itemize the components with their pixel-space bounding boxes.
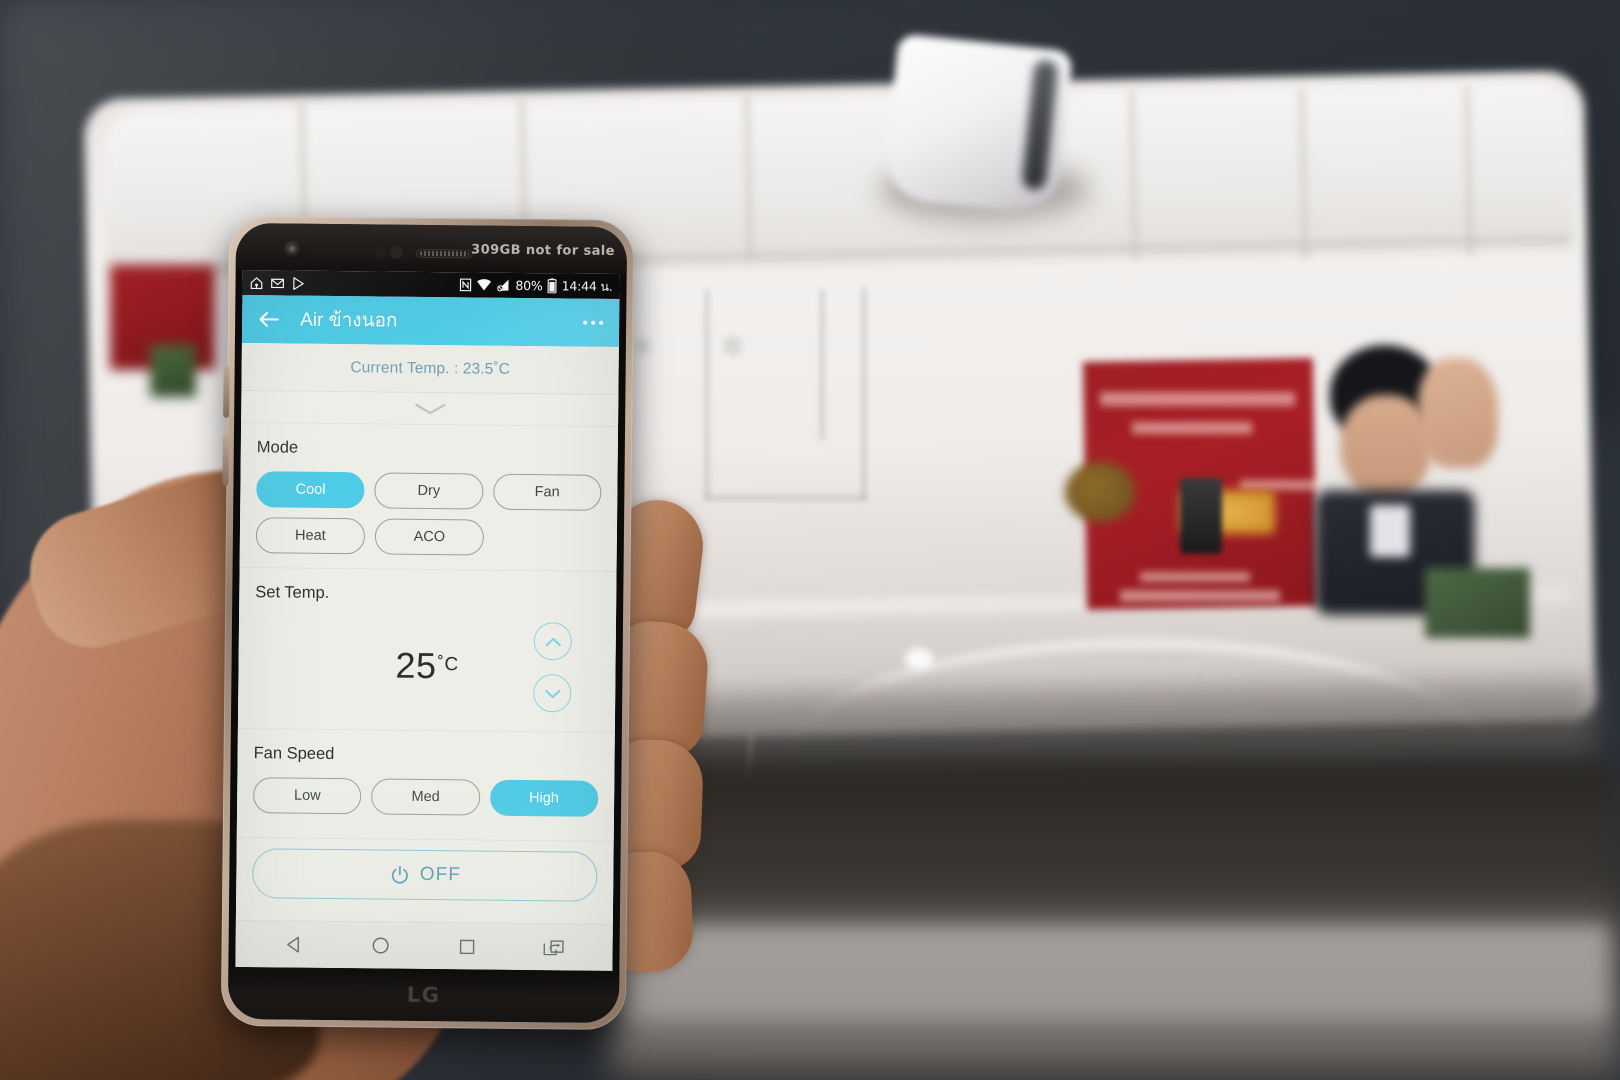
set-temp-section: Set Temp. 25˚C	[237, 568, 617, 732]
photo-scene: ✳ ❄ 309GB not for sale 80% 14:44 น. Air …	[0, 0, 1620, 1080]
set-temp-body: 25˚C	[254, 616, 600, 716]
status-bar-notifications	[249, 276, 305, 291]
fan-speed-option-med[interactable]: Med	[371, 778, 481, 816]
mode-section: Mode Cool Dry Fan Heat ACO	[239, 423, 619, 571]
volume-up-button[interactable]	[223, 365, 230, 418]
mode-label: Mode	[256, 438, 299, 457]
current-temp-text: Current Temp. : 23.5˚C	[350, 358, 511, 378]
ac-panel-line	[820, 290, 824, 440]
promo-green-graphic	[1425, 568, 1530, 638]
temp-increase-button[interactable]	[533, 622, 573, 661]
overflow-menu-icon[interactable]	[581, 314, 606, 331]
power-off-button[interactable]: OFF	[252, 848, 598, 902]
ac-panel-line	[862, 288, 866, 500]
promo-sticker-text	[1240, 480, 1322, 490]
wifi-icon	[476, 278, 491, 291]
fan-speed-section: Fan Speed Low Med High	[236, 729, 615, 841]
chevron-down-icon	[544, 689, 560, 698]
phone-screen-area: 309GB not for sale 80% 14:44 น. Air ข้าง…	[227, 222, 628, 1024]
battery-percent: 80%	[515, 277, 543, 294]
lg-logo: LG	[406, 982, 441, 1008]
promo-person-hand	[1418, 358, 1498, 468]
promo-sticker-left-green	[150, 345, 196, 397]
promo-sticker-text	[1100, 392, 1295, 406]
mode-option-cool[interactable]: Cool	[256, 471, 365, 509]
fan-speed-option-low[interactable]: Low	[252, 777, 362, 815]
temp-decrease-button[interactable]	[533, 674, 572, 713]
fan-speed-options-row: Low Med High	[252, 777, 599, 817]
phone-device: 309GB not for sale 80% 14:44 น. Air ข้าง…	[220, 215, 635, 1031]
promo-sticker-text	[1140, 572, 1250, 582]
mode-option-dry[interactable]: Dry	[374, 472, 484, 510]
phone-bottom-bezel: LG	[227, 966, 620, 1024]
gmail-icon	[270, 276, 285, 290]
promo-sticker-text	[1120, 590, 1280, 602]
mode-option-heat[interactable]: Heat	[255, 517, 366, 555]
promo-product-graphic	[1180, 478, 1222, 554]
chevron-up-icon	[545, 637, 561, 646]
current-temp-row: Current Temp. : 23.5˚C	[241, 343, 619, 395]
power-off-label: OFF	[419, 863, 461, 886]
collapse-toggle[interactable]	[241, 391, 619, 427]
fan-speed-label: Fan Speed	[253, 744, 335, 764]
set-temp-number: 25	[395, 644, 437, 687]
app-content: Current Temp. : 23.5˚C Mode Cool Dry Fan	[235, 343, 619, 924]
ac-front-highlight	[905, 648, 933, 670]
phone-display: 80% 14:44 น. Air ข้างนอก Current Temp.:…	[235, 270, 620, 971]
ac-panel-line	[706, 496, 866, 500]
battery-icon	[547, 278, 557, 294]
mode-options-row-2: Heat ACO	[255, 517, 601, 557]
mode-options-row-1: Cool Dry Fan	[256, 471, 602, 511]
set-temp-unit: ˚C	[437, 654, 459, 676]
chevron-down-icon	[414, 403, 445, 414]
app-bar: Air ข้างนอก	[241, 295, 620, 347]
ac-panel-line	[705, 290, 709, 500]
fan-speed-option-high[interactable]: High	[489, 779, 599, 817]
power-section: OFF	[235, 838, 614, 918]
android-nav-bar	[235, 920, 613, 971]
ac-base-panel	[620, 925, 1610, 1020]
mobile-data-off-icon	[496, 279, 510, 292]
page-title: Air ข้างนอก	[300, 309, 398, 332]
mode-option-fan[interactable]: Fan	[492, 473, 602, 511]
promo-coin-graphic	[1065, 462, 1135, 522]
power-icon	[391, 865, 408, 883]
back-nav-icon[interactable]	[273, 927, 317, 961]
capture-plus-icon[interactable]	[531, 930, 575, 964]
light-sensor	[389, 245, 403, 259]
home-icon	[249, 276, 263, 290]
promo-person-shirt	[1370, 505, 1410, 557]
clock: 14:44 น.	[561, 277, 613, 294]
ac-printed-mark: ❄	[720, 331, 746, 364]
phone-top-bezel: 309GB not for sale	[235, 222, 628, 275]
temp-stepper	[533, 622, 573, 713]
back-arrow-icon[interactable]	[256, 306, 282, 332]
set-temp-value: 25˚C	[395, 645, 459, 688]
set-temp-label: Set Temp.	[255, 583, 330, 602]
home-nav-icon[interactable]	[359, 928, 403, 962]
earpiece-grill	[419, 250, 469, 257]
front-camera	[283, 240, 303, 260]
volume-down-button[interactable]	[222, 433, 229, 486]
recents-nav-icon[interactable]	[445, 929, 489, 963]
status-bar-system: 80% 14:44 น.	[459, 275, 613, 297]
demo-unit-label: 309GB not for sale	[471, 242, 615, 259]
ac-printed-mark: ✳	[630, 331, 656, 364]
mode-option-aco[interactable]: ACO	[374, 518, 485, 556]
promo-sticker-text	[1132, 422, 1252, 434]
play-store-icon	[291, 276, 305, 290]
proximity-sensor	[374, 246, 386, 258]
nfc-icon	[459, 278, 472, 292]
